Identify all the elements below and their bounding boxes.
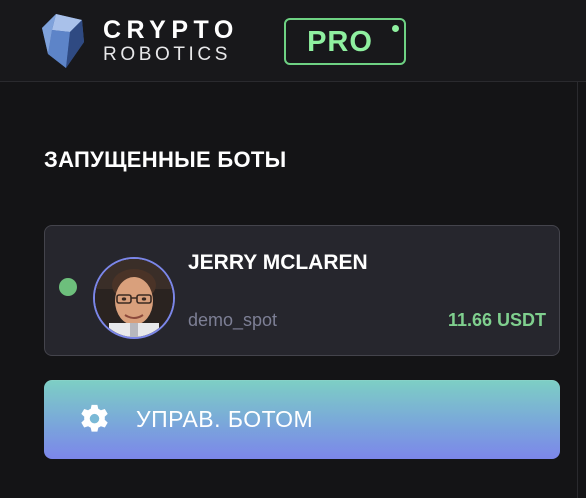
- app-page: CRYPTO ROBOTICS PRO ЗАПУЩЕННЫЕ БОТЫ JERR…: [0, 0, 586, 498]
- gear-icon: [81, 404, 108, 432]
- pro-badge-label: PRO: [307, 26, 373, 58]
- bot-type: demo_spot: [188, 310, 278, 330]
- avatar: [93, 257, 175, 339]
- bot-name[interactable]: JERRY MCLAREN: [188, 251, 368, 275]
- section-title: ЗАПУЩЕННЫЕ БОТЫ: [44, 147, 287, 172]
- bot-card[interactable]: JERRY MCLAREN demo_spot 11.66 USDT: [44, 225, 560, 356]
- pro-indicator-dot: [392, 25, 399, 32]
- header: CRYPTO ROBOTICS PRO: [0, 0, 586, 82]
- manage-bot-button-label: УПРАВ. БОТОМ: [136, 406, 314, 432]
- pro-badge[interactable]: PRO: [284, 18, 406, 65]
- manage-bot-button[interactable]: УПРАВ. БОТОМ: [44, 380, 560, 459]
- status-indicator: [59, 278, 77, 296]
- avatar-photo: [95, 259, 173, 337]
- bot-balance: 11.66 USDT: [447, 310, 546, 330]
- panel-divider: [577, 82, 578, 498]
- brand-subtitle: ROBOTICS: [103, 44, 232, 65]
- crystal-logo-icon[interactable]: [40, 12, 86, 70]
- brand-name: CRYPTO: [103, 16, 239, 44]
